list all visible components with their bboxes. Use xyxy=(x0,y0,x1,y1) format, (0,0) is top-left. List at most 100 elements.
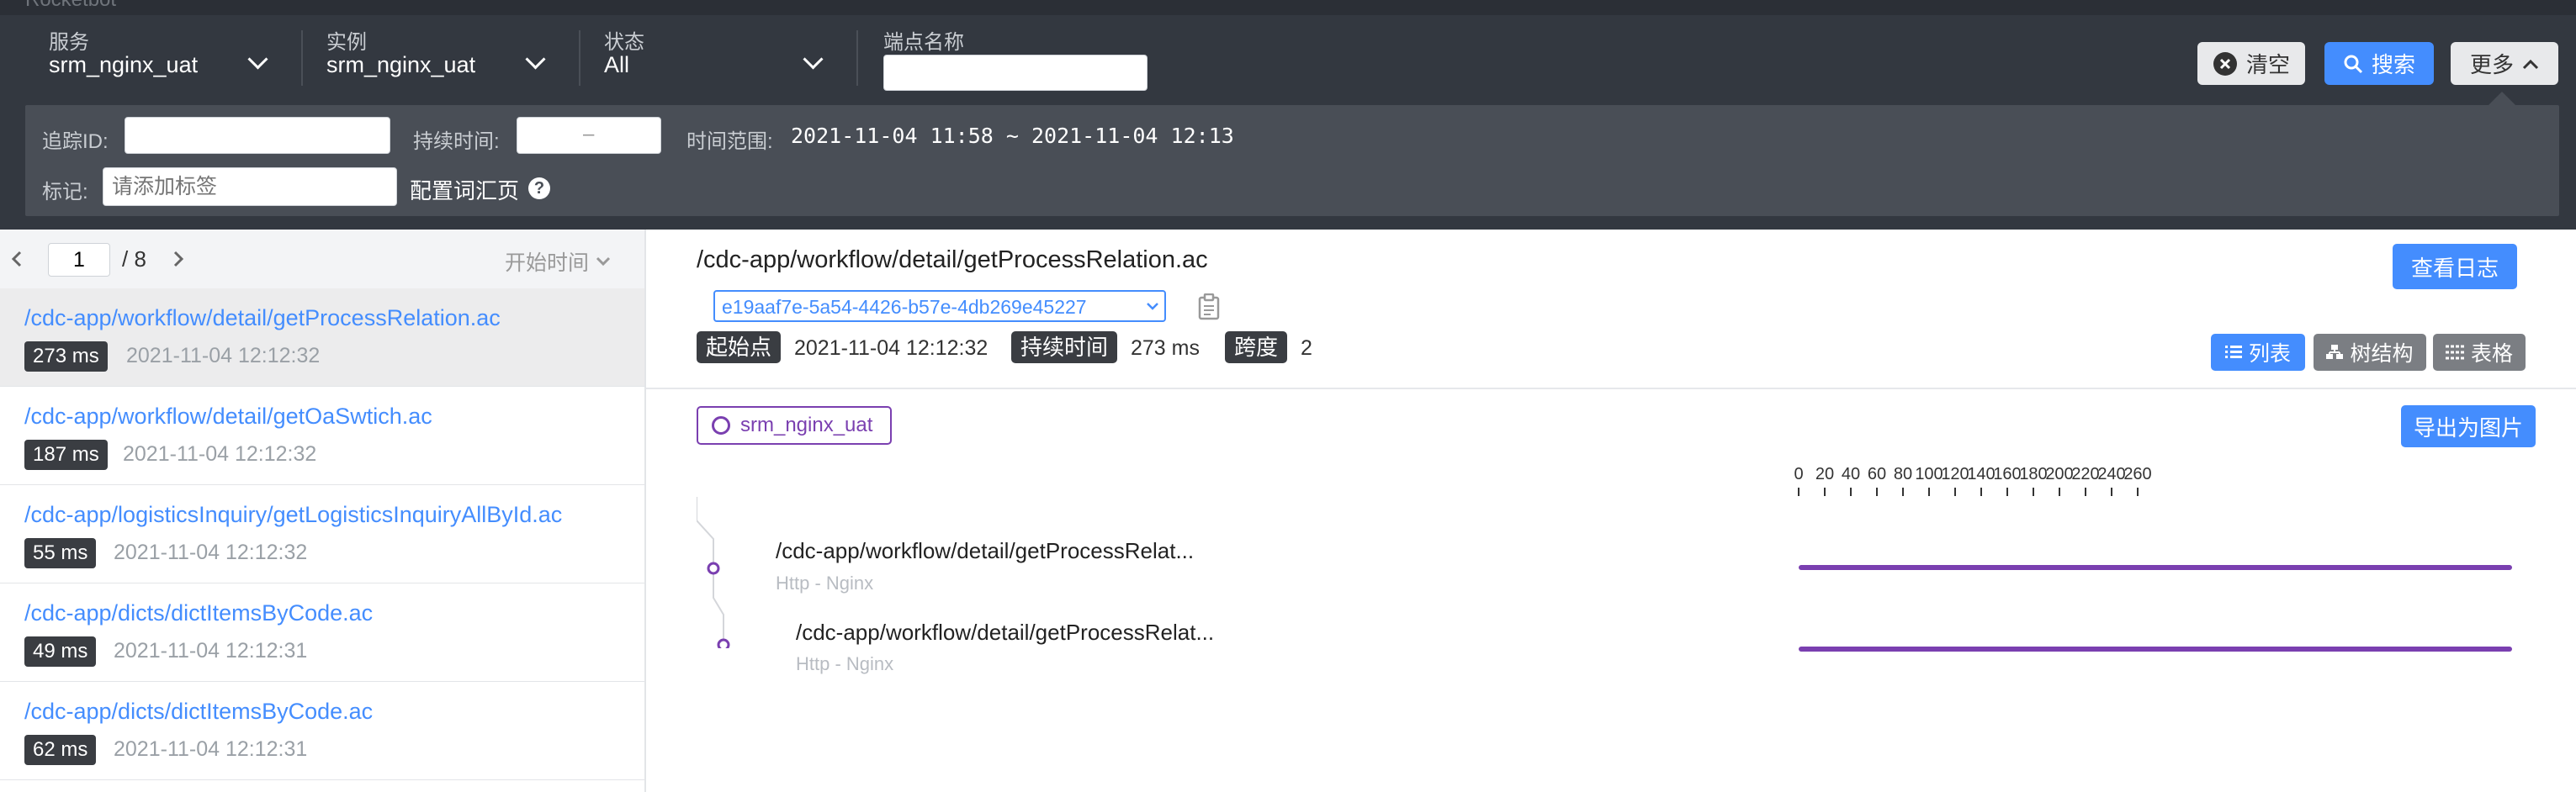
span-count-value: 2 xyxy=(1301,336,1312,360)
table-icon xyxy=(2445,345,2464,360)
table-view-button[interactable]: 表格 xyxy=(2433,334,2526,371)
help-icon[interactable]: ? xyxy=(528,177,550,199)
span-type: Http - Nginx xyxy=(776,573,874,594)
trace-time: 2021-11-04 12:12:32 xyxy=(114,541,308,564)
axis-tick-label: 0 xyxy=(1794,465,1804,483)
duration-tag: 持续时间 xyxy=(1011,331,1118,363)
axis-tick-mark xyxy=(1954,488,1956,496)
axis-tick-label: 120 xyxy=(1941,465,1969,483)
config-vocabulary-link[interactable]: 配置词汇页 xyxy=(410,174,519,205)
tree-view-button[interactable]: 树结构 xyxy=(2314,334,2426,371)
chevron-right-icon[interactable] xyxy=(172,251,185,267)
clear-icon xyxy=(2213,51,2237,76)
span-bar xyxy=(1799,565,2512,570)
axis-tick-mark xyxy=(1798,488,1799,496)
axis-tick-label: 140 xyxy=(1967,465,1996,483)
instance-select-label: 实例 xyxy=(326,31,367,54)
span-count-tag: 跨度 xyxy=(1225,331,1288,363)
trace-list-item[interactable]: /cdc-app/dicts/dictItemsByCode.ac 49 ms … xyxy=(0,583,644,682)
service-select[interactable]: 服务 srm_nginx_uat xyxy=(49,25,276,84)
view-logs-button[interactable]: 查看日志 xyxy=(2393,244,2517,289)
status-select-value: All xyxy=(604,52,630,77)
duration-badge: 273 ms xyxy=(24,341,108,372)
trace-list-item[interactable]: /cdc-app/workflow/detail/getProcessRelat… xyxy=(0,288,644,387)
axis-tick-label: 80 xyxy=(1893,465,1913,483)
page-total: / 8 xyxy=(122,246,146,272)
trace-time: 2021-11-04 12:12:31 xyxy=(114,737,308,761)
tree-view-label: 树结构 xyxy=(2350,342,2414,366)
start-time-tag: 起始点 xyxy=(697,331,782,363)
brand-strip: Rocketbot xyxy=(0,0,2576,15)
export-image-button[interactable]: 导出为图片 xyxy=(2401,405,2536,447)
tags-input[interactable] xyxy=(103,167,397,206)
axis-tick-mark xyxy=(2137,488,2139,496)
search-button[interactable]: 搜索 xyxy=(2324,42,2434,85)
axis-tick-mark xyxy=(1980,488,1982,496)
list-view-button[interactable]: 列表 xyxy=(2211,334,2305,371)
endpoint-name-label: 端点名称 xyxy=(883,31,964,54)
axis-tick-mark xyxy=(1902,488,1904,496)
axis-tick-label: 40 xyxy=(1841,465,1861,483)
chevron-down-icon xyxy=(525,49,546,70)
page-number-input[interactable] xyxy=(48,243,110,277)
clipboard-icon[interactable] xyxy=(1198,293,1220,320)
list-icon xyxy=(2224,346,2242,358)
duration-badge: 62 ms xyxy=(24,735,97,765)
duration-separator: – xyxy=(583,123,595,145)
span-name: /cdc-app/workflow/detail/getProcessRelat… xyxy=(796,620,1215,645)
chevron-left-icon[interactable] xyxy=(10,251,24,267)
axis-tick-mark xyxy=(1824,488,1826,496)
axis-tick-mark xyxy=(1928,488,1930,496)
service-select-label: 服务 xyxy=(49,31,89,54)
sort-select[interactable]: 开始时间 xyxy=(505,246,611,277)
span-tree-connector xyxy=(697,497,730,648)
divider xyxy=(579,30,580,86)
list-view-label: 列表 xyxy=(2248,342,2291,366)
trace-detail-pane: /cdc-app/workflow/detail/getProcessRelat… xyxy=(646,230,2576,792)
trace-time: 2021-11-04 12:12:32 xyxy=(123,442,317,466)
circle-icon xyxy=(712,416,730,435)
axis-tick-label: 20 xyxy=(1815,465,1835,483)
service-select-value: srm_nginx_uat xyxy=(49,52,199,77)
more-button-label: 更多 xyxy=(2469,52,2514,77)
duration-label: 持续时间: xyxy=(413,130,500,153)
trace-list-item[interactable]: /cdc-app/workflow/detail/getOaSwtich.ac … xyxy=(0,387,644,485)
divider xyxy=(646,388,2576,389)
advanced-filter-panel: 追踪ID: 持续时间: – 时间范围: 2021-11-04 11:58 ~ 2… xyxy=(25,105,2559,216)
instance-select-value: srm_nginx_uat xyxy=(326,52,476,77)
axis-tick-mark xyxy=(2006,488,2008,496)
trace-list-item[interactable]: /cdc-app/dicts/dictItemsByCode.ac 62 ms … xyxy=(0,682,644,780)
instance-select[interactable]: 实例 srm_nginx_uat xyxy=(326,25,554,84)
duration-badge: 187 ms xyxy=(24,440,108,470)
axis-tick-label: 60 xyxy=(1867,465,1887,483)
time-range-value[interactable]: 2021-11-04 11:58 ~ 2021-11-04 12:13 xyxy=(791,124,1234,148)
clear-button[interactable]: 清空 xyxy=(2197,42,2305,85)
trace-endpoint: /cdc-app/workflow/detail/getOaSwtich.ac xyxy=(24,404,432,429)
axis-tick-mark xyxy=(2111,488,2112,496)
span-type: Http - Nginx xyxy=(796,653,894,674)
more-button[interactable]: 更多 xyxy=(2451,42,2558,85)
trace-id-select[interactable]: e19aaf7e-5a54-4426-b57e-4db269e45227 xyxy=(713,290,1166,322)
table-view-label: 表格 xyxy=(2470,342,2513,366)
service-legend-label: srm_nginx_uat xyxy=(740,414,873,436)
duration-input[interactable]: – xyxy=(517,117,661,154)
trace-id-value: e19aaf7e-5a54-4426-b57e-4db269e45227 xyxy=(722,296,1087,318)
trace-endpoint: /cdc-app/dicts/dictItemsByCode.ac xyxy=(24,699,374,724)
span-bar xyxy=(1799,647,2512,652)
trace-endpoint: /cdc-app/workflow/detail/getProcessRelat… xyxy=(24,305,501,330)
start-time-value: 2021-11-04 12:12:32 xyxy=(794,336,989,360)
chevron-down-icon xyxy=(596,256,611,267)
time-range-label: 时间范围: xyxy=(686,130,773,153)
trace-list-item[interactable]: /cdc-app/logisticsInquiry/getLogisticsIn… xyxy=(0,485,644,583)
search-icon xyxy=(2344,55,2363,73)
endpoint-name-input[interactable] xyxy=(883,55,1148,91)
status-select[interactable]: 状态 All xyxy=(604,25,831,84)
status-select-label: 状态 xyxy=(604,31,644,54)
sort-label: 开始时间 xyxy=(505,251,590,275)
duration-value: 273 ms xyxy=(1131,336,1200,360)
trace-id-input[interactable] xyxy=(125,117,390,154)
chevron-up-icon xyxy=(2522,59,2539,69)
divider xyxy=(856,30,858,86)
axis-tick-label: 160 xyxy=(1993,465,2022,483)
tags-label: 标记: xyxy=(42,181,88,203)
